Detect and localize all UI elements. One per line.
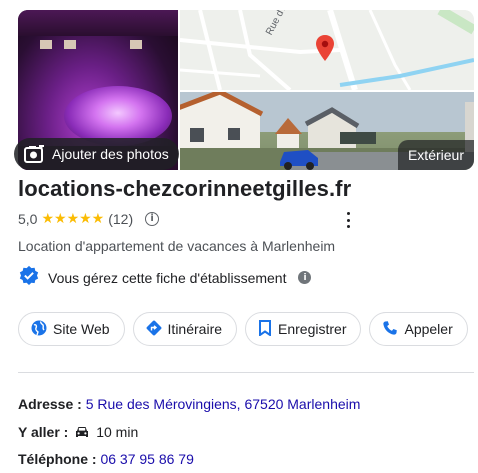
verified-owner-row: Vous gérez cette fiche d'établissement i (18, 265, 312, 290)
exterior-photo-label: Extérieur (397, 140, 474, 170)
photo-hot-tub (64, 86, 172, 146)
call-button[interactable]: Appeler (369, 312, 468, 346)
add-photos-button[interactable]: Ajouter des photos (14, 138, 179, 170)
car-icon (74, 425, 90, 439)
phone-row: Téléphone : 06 37 95 86 79 (18, 451, 194, 467)
photo-frame (40, 40, 52, 49)
travel-time[interactable]: 10 min (96, 424, 138, 440)
more-vert-icon[interactable] (345, 212, 351, 228)
photo-ceiling (18, 10, 178, 36)
photo-frame (130, 40, 142, 49)
map-pin-icon (316, 35, 334, 66)
rating-value: 5,0 (18, 210, 38, 227)
photo-gallery: Ajouter des photos Rue d'Austrasie (12, 10, 474, 170)
phone-icon (382, 320, 398, 339)
call-label: Appeler (404, 321, 453, 337)
business-name: locations-chezcorinneetgilles.fr (18, 176, 352, 201)
globe-icon (31, 320, 47, 339)
rating-stars: ★★★★★ (41, 210, 105, 226)
photo-frame (64, 40, 76, 49)
map-thumbnail[interactable]: Rue d'Austrasie (180, 10, 474, 90)
website-label: Site Web (53, 321, 110, 337)
directions-icon (146, 320, 162, 339)
add-photo-icon (24, 145, 44, 163)
section-divider (18, 372, 474, 373)
travel-label: Y aller : (18, 424, 69, 440)
website-button[interactable]: Site Web (18, 312, 125, 346)
save-label: Enregistrer (278, 321, 347, 337)
travel-row: Y aller : 10 min (18, 424, 138, 440)
directions-button[interactable]: Itinéraire (132, 312, 238, 346)
photo-exterior[interactable]: Extérieur (180, 92, 474, 170)
address-row: Adresse : 5 Rue des Mérovingiens, 67520 … (18, 396, 360, 412)
review-count-link[interactable]: (12) (108, 211, 133, 227)
bookmark-icon (258, 319, 272, 339)
add-photos-label: Ajouter des photos (52, 146, 169, 162)
info-icon[interactable]: i (145, 211, 160, 226)
phone-label: Téléphone : (18, 451, 97, 467)
directions-label: Itinéraire (167, 321, 223, 337)
rating-row: 5,0 ★★★★★ (12) i (18, 210, 160, 227)
business-category: Location d'appartement de vacances à Mar… (18, 238, 336, 254)
info-icon[interactable]: i (298, 271, 312, 284)
address-link[interactable]: 5 Rue des Mérovingiens, 67520 Marlenheim (86, 396, 361, 412)
action-buttons: Site Web Itinéraire Enregistrer Appeler (18, 312, 468, 346)
phone-link[interactable]: 06 37 95 86 79 (100, 451, 193, 467)
address-label: Adresse : (18, 396, 82, 412)
verified-text: Vous gérez cette fiche d'établissement (48, 269, 287, 286)
verified-badge-icon (18, 265, 40, 290)
save-button[interactable]: Enregistrer (245, 312, 362, 346)
